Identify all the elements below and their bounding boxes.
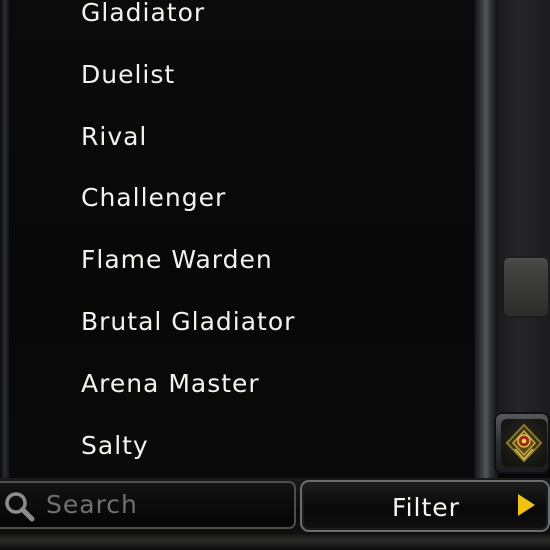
scrollbar-thumb[interactable] bbox=[502, 256, 550, 318]
list-item[interactable]: Arena Master bbox=[81, 364, 260, 404]
list-item[interactable]: Rival bbox=[81, 117, 147, 157]
search-icon bbox=[5, 492, 35, 522]
scrollbar-track[interactable] bbox=[498, 0, 550, 416]
frame-left-border bbox=[0, 0, 9, 480]
filter-button-label: Filter bbox=[392, 493, 460, 522]
bottom-frame-border bbox=[0, 534, 550, 550]
list-item[interactable]: Flame Warden bbox=[81, 240, 273, 280]
title-list: Gladiator Duelist Rival Challenger Flame… bbox=[9, 0, 474, 478]
scroll-bottom-button-face bbox=[501, 419, 547, 467]
triangle-right-icon bbox=[518, 494, 535, 516]
search-input[interactable] bbox=[46, 484, 286, 524]
filter-button[interactable]: Filter bbox=[300, 480, 550, 532]
list-item[interactable]: Brutal Gladiator bbox=[81, 302, 295, 342]
title-selector-window: Gladiator Duelist Rival Challenger Flame… bbox=[0, 0, 550, 550]
eye-emblem-icon bbox=[505, 423, 543, 463]
list-item[interactable]: Gladiator bbox=[81, 0, 205, 33]
list-item[interactable]: Salty bbox=[81, 426, 149, 466]
frame-right-border bbox=[474, 0, 498, 480]
list-item[interactable]: Challenger bbox=[81, 178, 226, 218]
list-item[interactable]: Duelist bbox=[81, 55, 175, 95]
scroll-bottom-button[interactable] bbox=[494, 412, 550, 474]
